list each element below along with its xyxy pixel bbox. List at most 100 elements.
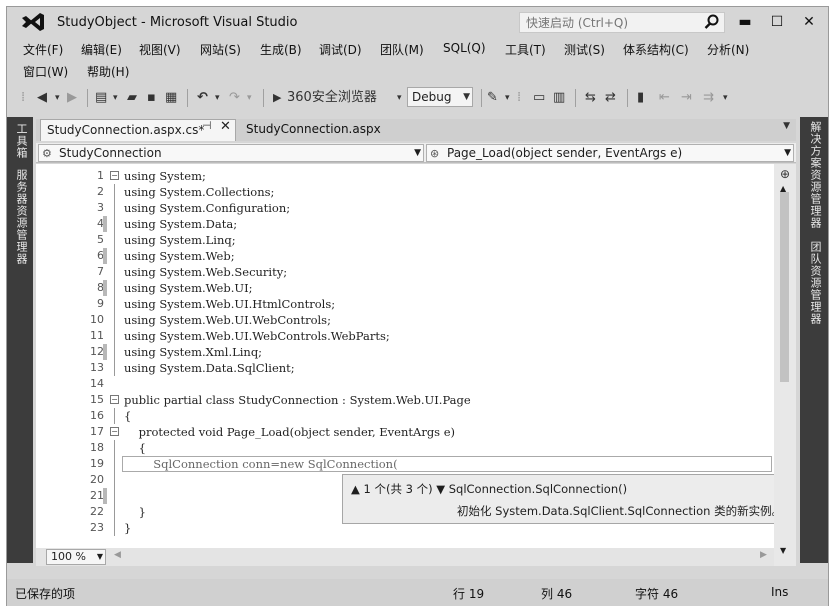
menu-edit[interactable]: 编辑(E) [81, 41, 122, 58]
quick-launch-box[interactable] [519, 12, 725, 33]
code-line[interactable]: 14 [36, 376, 774, 392]
redo-dropdown-icon[interactable]: ▾ [247, 88, 252, 108]
prev-bookmark-icon[interactable]: ⇤ [659, 88, 670, 108]
navigate-back-icon[interactable]: ◀ [37, 88, 47, 108]
navigation-bar: ⚙ StudyConnection ▼ ⊛ Page_Load(object s… [36, 143, 796, 163]
toolbar-overflow-icon[interactable]: ▾ [723, 88, 728, 108]
menu-tools[interactable]: 工具(T) [505, 41, 546, 58]
find-dropdown-icon[interactable]: ▾ [505, 88, 510, 108]
code-editor[interactable]: 1− using System; 2 using System.Collection… [36, 164, 788, 548]
title-bar: StudyObject - Microsoft Visual Studio ▬ … [7, 7, 828, 37]
menu-bar: 文件(F) 编辑(E) 视图(V) 网站(S) 生成(B) 调试(D) 团队(M… [7, 38, 828, 82]
menu-team[interactable]: 团队(M) [380, 41, 424, 58]
search-icon[interactable] [704, 14, 720, 30]
class-combo[interactable]: ⚙ StudyConnection ▼ [38, 144, 424, 162]
status-char: 字符 46 [635, 587, 679, 601]
chevron-down-icon: ▼ [96, 552, 103, 561]
new-project-dropdown-icon[interactable]: ▾ [113, 88, 118, 108]
tab-list-dropdown-icon[interactable]: ▼ [783, 121, 790, 131]
menu-website[interactable]: 网站(S) [200, 41, 241, 58]
toggle-output-icon[interactable]: ▭ [533, 88, 545, 108]
overload-selector[interactable]: ▲ 1 个(共 3 个) ▼ SqlConnection.SqlConnecti… [351, 481, 627, 497]
comment-icon[interactable]: ⇆ [585, 88, 596, 108]
undo-icon[interactable]: ↶ [197, 88, 208, 108]
bookmark-icon[interactable]: ▮ [637, 88, 644, 108]
collapse-icon[interactable]: − [110, 171, 119, 180]
code-line[interactable]: 13 using System.Data.SqlClient; [36, 360, 774, 376]
toggle-panel-icon[interactable]: ▥ [553, 88, 565, 108]
close-button[interactable]: ✕ [797, 11, 821, 33]
minimize-button[interactable]: ▬ [733, 11, 757, 33]
left-tool-window-strip: 工具箱 服务器资源管理器 [7, 117, 33, 563]
toolbox-tab[interactable]: 工具箱 [13, 123, 29, 159]
code-line[interactable]: 5 using System.Linq; [36, 232, 774, 248]
code-line[interactable]: 3 using System.Configuration; [36, 200, 774, 216]
undo-dropdown-icon[interactable]: ▾ [215, 88, 220, 108]
open-file-icon[interactable]: ▰ [127, 88, 137, 108]
menu-help[interactable]: 帮助(H) [87, 63, 129, 80]
pin-icon[interactable]: ⊣ [202, 119, 212, 132]
split-window-icon[interactable]: ⊕ [778, 168, 792, 182]
zoom-combo[interactable]: 100 % ▼ [46, 549, 106, 565]
editor-bottom-bar: 100 % ▼ ◀ ▶ [36, 548, 774, 566]
scroll-down-icon[interactable]: ▼ [780, 546, 786, 555]
solution-config-combo[interactable]: Debug ▼ [407, 87, 473, 107]
code-line[interactable]: 7 using System.Web.Security; [36, 264, 774, 280]
uncomment-icon[interactable]: ⇄ [605, 88, 616, 108]
navigate-forward-icon[interactable]: ▶ [67, 88, 77, 108]
vertical-scrollbar[interactable]: ⊕ ▲ ▼ [774, 164, 796, 566]
back-dropdown-icon[interactable]: ▾ [55, 88, 60, 108]
change-marker [103, 488, 107, 504]
tab-study-connection-aspx[interactable]: StudyConnection.aspx [246, 119, 381, 141]
next-bookmark-icon[interactable]: ⇥ [681, 88, 692, 108]
collapse-icon[interactable]: − [110, 395, 119, 404]
code-line[interactable]: 8 using System.Web.UI; [36, 280, 774, 296]
menu-architecture[interactable]: 体系结构(C) [623, 41, 689, 58]
menu-build[interactable]: 生成(B) [260, 41, 302, 58]
document-tab-row: StudyConnection.aspx.cs* ⊣ ✕ StudyConnec… [36, 119, 796, 141]
scroll-left-icon[interactable]: ◀ [114, 550, 121, 560]
scrollbar-thumb[interactable] [780, 192, 789, 382]
code-line[interactable]: 2 using System.Collections; [36, 184, 774, 200]
scroll-right-icon[interactable]: ▶ [760, 550, 767, 560]
team-explorer-tab[interactable]: 团队资源管理器 [807, 241, 823, 325]
menu-debug[interactable]: 调试(D) [319, 41, 362, 58]
server-explorer-tab[interactable]: 服务器资源管理器 [13, 169, 29, 265]
find-in-files-icon[interactable]: ✎ [487, 88, 498, 108]
save-all-icon[interactable]: ▦ [165, 88, 177, 108]
save-icon[interactable]: ▪ [147, 88, 156, 108]
code-line[interactable]: 15− public partial class StudyConnection … [36, 392, 774, 408]
quick-launch-input[interactable] [520, 13, 700, 32]
code-line[interactable]: 10 using System.Web.UI.WebControls; [36, 312, 774, 328]
new-project-icon[interactable]: ▤ [95, 88, 107, 108]
start-browser-label[interactable]: 360安全浏览器 [287, 88, 377, 108]
code-line[interactable]: 11 using System.Web.UI.WebControls.WebPar… [36, 328, 774, 344]
clear-bookmarks-icon[interactable]: ⇉ [703, 88, 714, 108]
code-line[interactable]: 6 using System.Web; [36, 248, 774, 264]
solution-explorer-tab[interactable]: 解决方案资源管理器 [807, 121, 823, 229]
close-icon[interactable]: ✕ [220, 119, 231, 134]
code-line[interactable]: 17− protected void Page_Load(object send… [36, 424, 774, 440]
code-line[interactable]: 16{ [36, 408, 774, 424]
collapse-icon[interactable]: − [110, 427, 119, 436]
menu-analyze[interactable]: 分析(N) [707, 41, 749, 58]
redo-icon[interactable]: ↷ [229, 88, 240, 108]
menu-window[interactable]: 窗口(W) [23, 63, 68, 80]
chevron-down-icon: ▼ [463, 92, 470, 102]
menu-sql[interactable]: SQL(Q) [443, 41, 486, 55]
code-line[interactable]: 4 using System.Data; [36, 216, 774, 232]
menu-file[interactable]: 文件(F) [23, 41, 63, 58]
code-line[interactable]: 1− using System; [36, 168, 774, 184]
browser-dropdown-icon[interactable]: ▾ [397, 88, 402, 108]
method-combo[interactable]: ⊛ Page_Load(object sender, EventArgs e) … [426, 144, 794, 162]
menu-view[interactable]: 视图(V) [139, 41, 181, 58]
code-line[interactable]: 18 { [36, 440, 774, 456]
maximize-button[interactable]: ☐ [765, 11, 789, 33]
menu-test[interactable]: 测试(S) [564, 41, 605, 58]
code-line[interactable]: 9 using System.Web.UI.HtmlControls; [36, 296, 774, 312]
start-debug-icon[interactable]: ▶ [273, 88, 281, 108]
right-tool-window-strip: 解决方案资源管理器 团队资源管理器 [800, 117, 828, 563]
code-line[interactable]: 12 using System.Xml.Linq; [36, 344, 774, 360]
current-code-line[interactable]: 19 SqlConnection conn=new SqlConnection( [36, 456, 774, 472]
parameter-info-tooltip[interactable]: ▲ 1 个(共 3 个) ▼ SqlConnection.SqlConnecti… [342, 474, 788, 524]
